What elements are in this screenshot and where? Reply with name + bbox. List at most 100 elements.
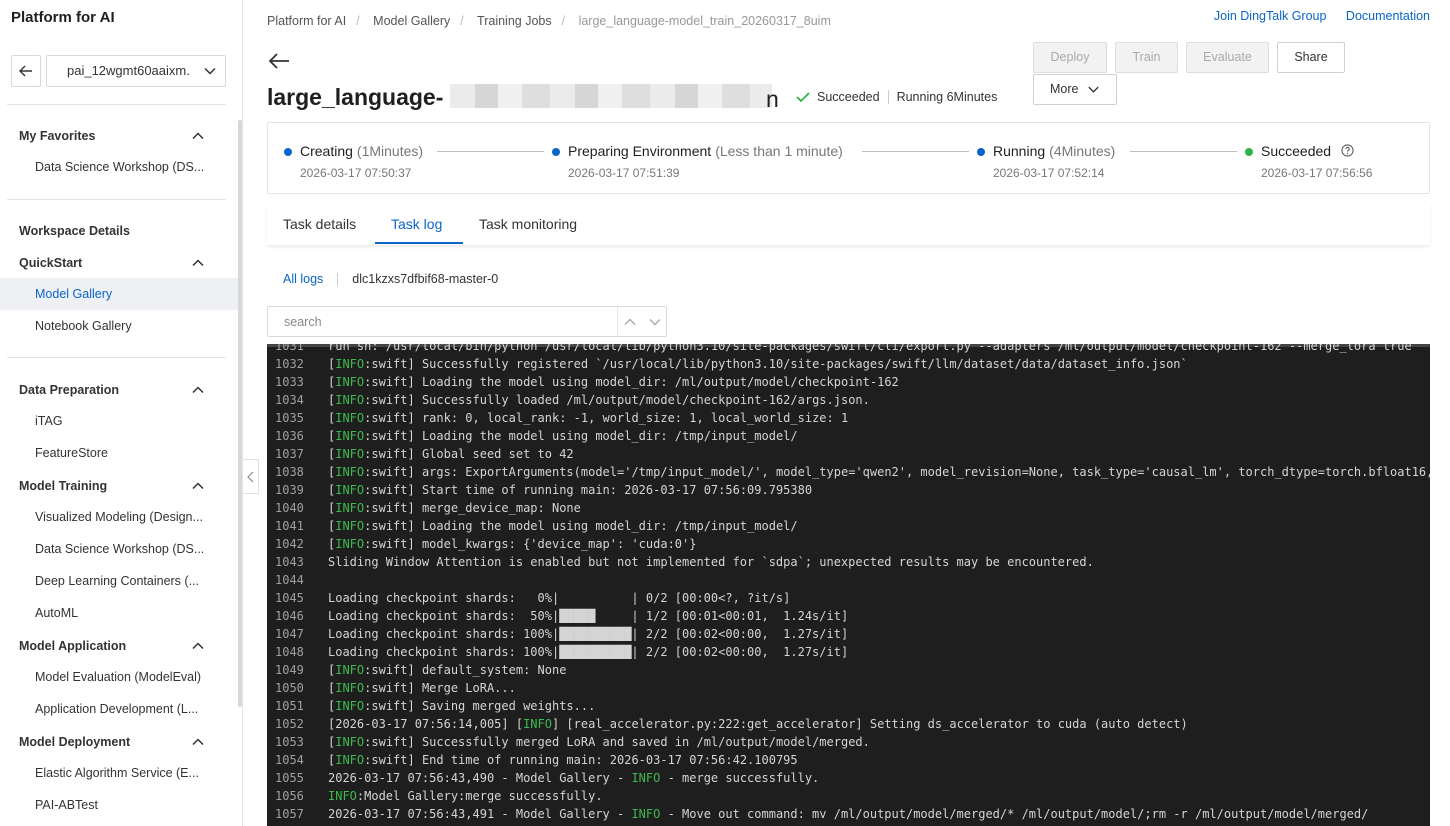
- log-console[interactable]: 1031 run sh: /usr/local/bin/python /usr/l…: [267, 344, 1430, 826]
- step-time: 2026-03-17 07:51:39: [568, 166, 680, 180]
- chevron-up-icon[interactable]: [191, 639, 205, 653]
- sidebar-scrollbar[interactable]: [238, 120, 242, 707]
- breadcrumb-item[interactable]: Model Gallery: [373, 14, 450, 28]
- job-progress-stepper: Creating (1Minutes) 2026-03-17 07:50:37 P…: [267, 122, 1430, 194]
- sidebar-item-eas[interactable]: Elastic Algorithm Service (E...: [0, 757, 238, 789]
- instance-filter[interactable]: dlc1kzxs7dfbif68-master-0: [352, 272, 498, 286]
- sidebar-item-dlc[interactable]: Deep Learning Containers (...: [0, 565, 238, 597]
- log-line: 1052 [2026-03-17 07:56:14,005] [INFO] [re…: [267, 715, 1430, 733]
- step-name: Running: [993, 143, 1046, 159]
- share-button[interactable]: Share: [1277, 42, 1345, 73]
- log-text: :swift] Loading the model using model_di…: [364, 519, 798, 533]
- nav-group-my-favorites[interactable]: My Favorites: [19, 129, 95, 143]
- log-text: :swift] Successfully merged LoRA and sav…: [364, 735, 870, 749]
- chevron-up-icon[interactable]: [623, 315, 637, 329]
- back-arrow-icon[interactable]: [268, 51, 290, 71]
- search-input[interactable]: [268, 307, 618, 336]
- nav-group-data-preparation[interactable]: Data Preparation: [19, 383, 119, 397]
- nav-group-model-deployment[interactable]: Model Deployment: [19, 735, 130, 749]
- log-line: 1036 [INFO:swift] Loading the model using…: [267, 427, 1430, 445]
- sidebar-item-automl[interactable]: AutoML: [0, 597, 238, 629]
- tab-task-monitoring[interactable]: Task monitoring: [479, 216, 577, 232]
- breadcrumb-separator: /: [561, 14, 566, 28]
- log-line: 1043 Sliding Window Attention is enabled …: [267, 553, 1430, 571]
- chevron-up-icon[interactable]: [191, 256, 205, 270]
- nav-group-model-training[interactable]: Model Training: [19, 479, 107, 493]
- log-text: 2026-03-17 07:56:43,491 - Model Gallery …: [328, 807, 632, 821]
- train-button[interactable]: Train: [1115, 42, 1178, 73]
- sidebar-item-favorite-dsw[interactable]: Data Science Workshop (DS...: [0, 151, 238, 183]
- help-icon[interactable]: [1341, 144, 1354, 157]
- sidebar-back-button[interactable]: [11, 55, 41, 87]
- sidebar-item-model-gallery[interactable]: Model Gallery: [0, 278, 238, 310]
- breadcrumb-item[interactable]: Platform for AI: [267, 14, 346, 28]
- log-text: :swift] Merge LoRA...: [364, 681, 516, 695]
- log-text: :swift] Start time of running main: 2026…: [364, 483, 813, 497]
- arrow-left-icon: [19, 65, 32, 77]
- status-divider: [887, 90, 889, 104]
- tab-task-log[interactable]: Task log: [391, 216, 442, 232]
- sidebar-item-dsw[interactable]: Data Science Workshop (DS...: [0, 533, 238, 565]
- log-line: 1041 [INFO:swift] Loading the model using…: [267, 517, 1430, 535]
- line-number: 1043: [275, 555, 304, 569]
- detail-tabs: Task details Task log Task monitoring: [267, 203, 1430, 245]
- line-number: 1033: [275, 375, 304, 389]
- workspace-select[interactable]: pai_12wgmt60aaixm.: [46, 55, 226, 87]
- more-button-label: More: [1050, 82, 1079, 96]
- chevron-down-icon[interactable]: [648, 315, 662, 329]
- job-status: Succeeded Running 6Minutes: [796, 90, 997, 104]
- sidebar-item-itag[interactable]: iTAG: [0, 405, 238, 437]
- step-duration: (1Minutes): [356, 143, 424, 159]
- breadcrumb-separator: /: [356, 14, 360, 28]
- breadcrumb-item[interactable]: Training Jobs: [477, 14, 552, 28]
- line-number: 1053: [275, 735, 304, 749]
- log-line: 1040 [INFO:swift] merge_device_map: None: [267, 499, 1430, 517]
- chevron-up-icon[interactable]: [191, 383, 205, 397]
- log-level: INFO: [335, 537, 365, 551]
- chevron-up-icon[interactable]: [191, 129, 205, 143]
- log-level: INFO: [328, 789, 357, 803]
- job-title: large_language-: [267, 84, 444, 110]
- line-number: 1057: [275, 807, 304, 821]
- line-number: 1042: [275, 537, 304, 551]
- step-time: 2026-03-17 07:52:14: [993, 166, 1105, 180]
- evaluate-button[interactable]: Evaluate: [1186, 42, 1269, 73]
- sidebar-item-abtest[interactable]: PAI-ABTest: [0, 789, 238, 821]
- chevron-up-icon[interactable]: [191, 735, 205, 749]
- documentation-link[interactable]: Documentation: [1346, 9, 1430, 23]
- log-level: INFO: [335, 735, 365, 749]
- more-button[interactable]: More: [1033, 74, 1117, 105]
- sidebar-item-visualized-modeling[interactable]: Visualized Modeling (Design...: [0, 501, 238, 533]
- log-text: Loading checkpoint shards: 0%| | 0/2 [00…: [328, 591, 791, 605]
- join-dingtalk-link[interactable]: Join DingTalk Group: [1214, 9, 1327, 23]
- nav-workspace-details[interactable]: Workspace Details: [19, 224, 130, 238]
- log-line: 1031 run sh: /usr/local/bin/python /usr/l…: [267, 344, 1430, 355]
- job-title-suffix: n: [766, 86, 779, 112]
- sidebar-item-application-development[interactable]: Application Development (L...: [0, 693, 238, 725]
- sidebar-item-notebook-gallery[interactable]: Notebook Gallery: [0, 310, 238, 342]
- chevron-down-icon: [1088, 86, 1099, 93]
- line-number: 1038: [275, 465, 304, 479]
- log-line: 1039 [INFO:swift] Start time of running m…: [267, 481, 1430, 499]
- nav-group-quickstart[interactable]: QuickStart: [19, 256, 82, 270]
- status-text: Succeeded: [817, 90, 880, 104]
- log-text: ] [real_accelerator.py:222:get_accelerat…: [551, 717, 1188, 731]
- step-connector: [1130, 151, 1237, 152]
- sidebar-collapse-handle[interactable]: [243, 459, 259, 494]
- log-text: :swift] rank: 0, local_rank: -1, world_s…: [364, 411, 849, 425]
- log-text: Loading checkpoint shards: 100%|████████…: [328, 627, 849, 641]
- all-logs-filter[interactable]: All logs: [283, 272, 323, 286]
- step-name: Succeeded: [1261, 143, 1332, 159]
- log-line: 1050 [INFO:swift] Merge LoRA...: [267, 679, 1430, 697]
- log-level: INFO: [335, 699, 365, 713]
- sidebar-item-model-evaluation[interactable]: Model Evaluation (ModelEval): [0, 661, 238, 693]
- nav-group-model-application[interactable]: Model Application: [19, 639, 126, 653]
- log-level: INFO: [631, 807, 661, 821]
- deploy-button[interactable]: Deploy: [1033, 42, 1107, 73]
- sidebar-item-featurestore[interactable]: FeatureStore: [0, 437, 238, 469]
- log-line: 1051 [INFO:swift] Saving merged weights..…: [267, 697, 1430, 715]
- step-title: Running (4Minutes): [993, 143, 1115, 159]
- chevron-up-icon[interactable]: [191, 479, 205, 493]
- line-number: 1040: [275, 501, 304, 515]
- tab-task-details[interactable]: Task details: [283, 216, 356, 232]
